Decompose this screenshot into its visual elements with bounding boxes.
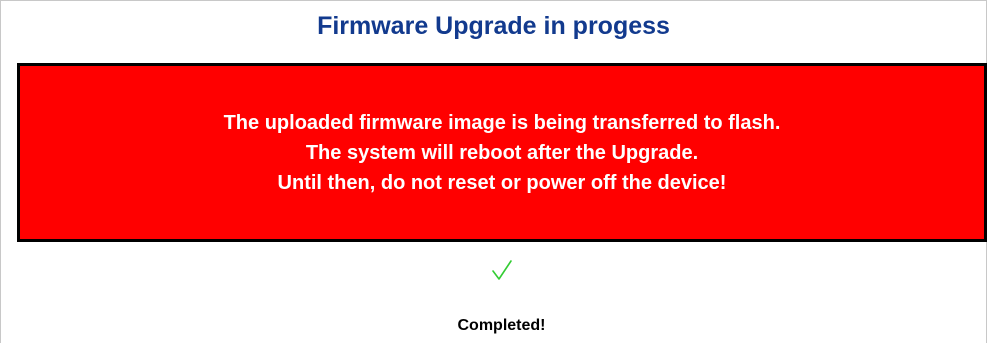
warning-line-1: The uploaded firmware image is being tra… bbox=[223, 111, 781, 134]
warning-line-3: Until then, do not reset or power off th… bbox=[277, 171, 727, 194]
page-title: Firmware Upgrade in progess bbox=[317, 12, 670, 40]
status-text: Completed! bbox=[457, 317, 546, 334]
checkmark-icon bbox=[0, 259, 990, 281]
warning-line-2: The system will reboot after the Upgrade… bbox=[305, 141, 699, 164]
warning-box: The uploaded firmware image is being tra… bbox=[17, 63, 987, 242]
